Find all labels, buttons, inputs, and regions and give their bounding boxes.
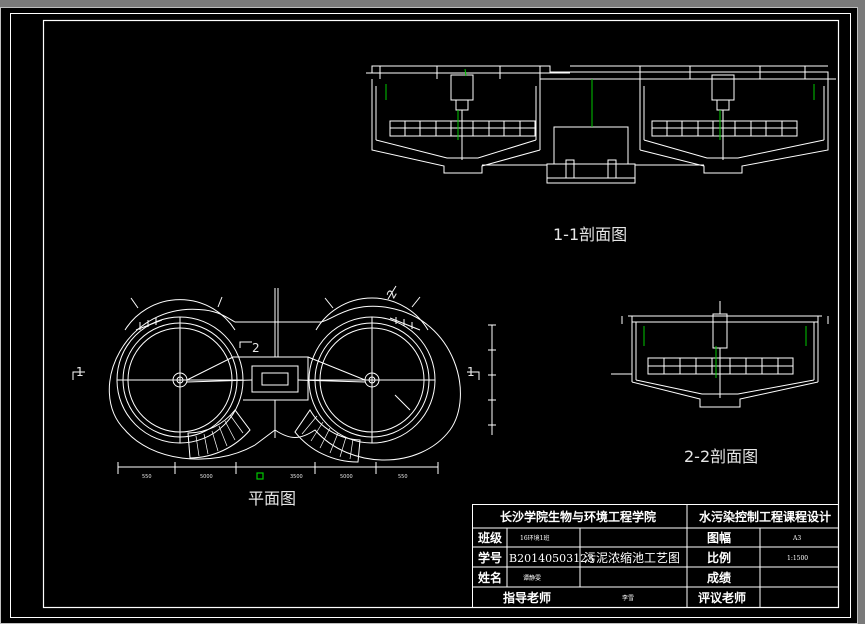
section-1-1-title: 1-1剖面图	[553, 225, 627, 244]
cut-label-2-side: 2	[384, 287, 400, 301]
cad-drawing-canvas: 1-1剖面图 2-2剖面图 1 1 2 2 550 5000 3500 5000…	[0, 0, 865, 624]
plan-dimension-labels: 550 5000 3500 5000 550	[142, 474, 408, 480]
cut-label-1-right: 1	[467, 365, 475, 379]
dimension-label: 3500	[290, 474, 303, 480]
advisor-value: 李雪	[622, 594, 634, 602]
dimension-label: 550	[398, 474, 408, 480]
student-id-value: B20140503123	[509, 552, 594, 565]
section-1-1-drawing	[366, 65, 836, 184]
grade-label: 成绩	[707, 570, 731, 585]
plan-accent-marks	[256, 472, 264, 480]
course-name: 水污染控制工程课程设计	[699, 509, 831, 524]
section-2-2-accent-lines	[643, 326, 807, 378]
dimension-label: 5000	[200, 474, 213, 480]
section-1-1-accent-lines	[385, 68, 815, 140]
name-value: 谭静雯	[523, 574, 541, 582]
dimension-label: 550	[142, 474, 152, 480]
advisor-label: 指导老师	[503, 590, 551, 605]
section-2-2-drawing	[611, 301, 829, 408]
plan-view-drawing	[72, 285, 496, 474]
drawing-title: 污泥浓缩池工艺图	[584, 550, 680, 565]
name-label: 姓名	[478, 570, 502, 585]
cut-label-2-top: 2	[252, 341, 260, 355]
reviewer-label: 评议老师	[698, 590, 746, 605]
title-block: 长沙学院生物与环境工程学院 水污染控制工程课程设计 班级 16环境1班 图幅 A…	[472, 504, 839, 608]
school-name: 长沙学院生物与环境工程学院	[500, 509, 656, 524]
plan-title: 平面图	[248, 489, 296, 508]
class-value: 16环境1班	[520, 534, 549, 542]
class-label: 班级	[478, 530, 502, 545]
cut-label-1-left: 1	[76, 365, 84, 379]
dimension-label: 5000	[340, 474, 353, 480]
scale-label: 比例	[707, 550, 731, 565]
scale-value: 1:1500	[787, 555, 808, 562]
student-id-label: 学号	[478, 550, 502, 565]
drawing-size-value: A3	[792, 535, 801, 542]
drawing-size-label: 图幅	[707, 530, 731, 545]
section-2-2-title: 2-2剖面图	[684, 447, 758, 466]
viewport-border-right	[858, 0, 865, 624]
viewport-border-top	[0, 0, 865, 7]
